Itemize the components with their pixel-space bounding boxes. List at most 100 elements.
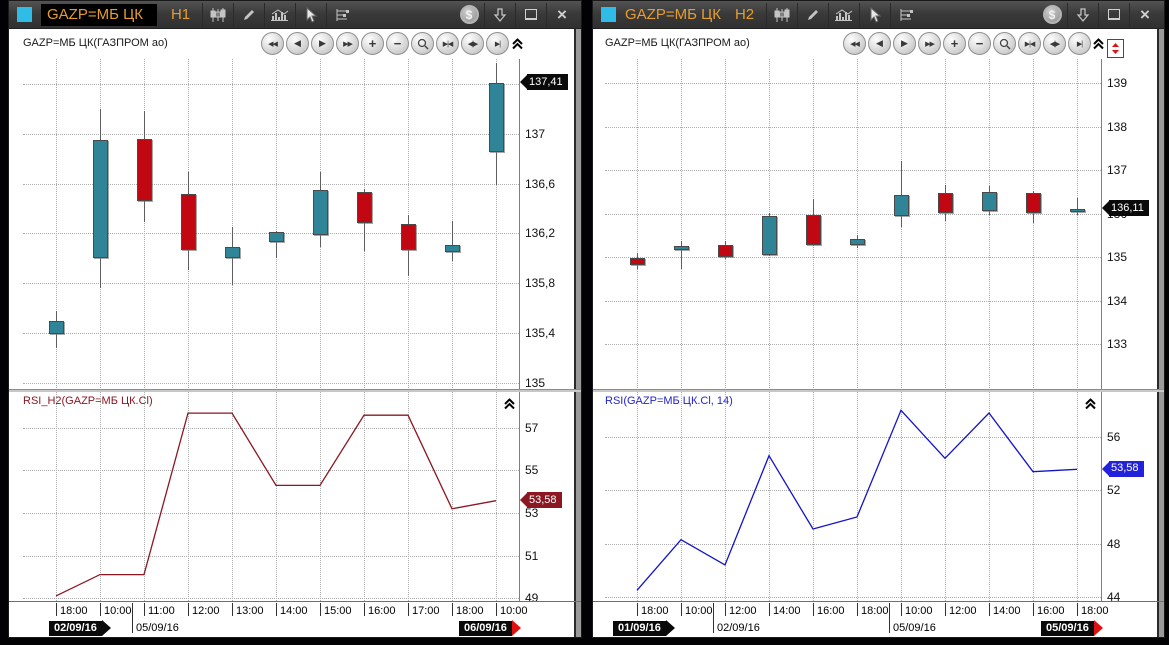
- timeframe-label: H1: [171, 6, 190, 23]
- volume-profile-icon[interactable]: [264, 3, 295, 27]
- last-price-badge: 136,11: [1102, 201, 1149, 216]
- rewind-button[interactable]: ◀◀: [261, 32, 284, 55]
- indicators-icon[interactable]: [326, 3, 357, 27]
- cursor-icon[interactable]: [859, 3, 890, 27]
- rsi-line: [593, 29, 1101, 637]
- time-tick: [769, 603, 770, 616]
- go-to-end-button[interactable]: ▶|: [1068, 32, 1091, 55]
- titlebar[interactable]: GAZP=МБ ЦК H2 $ ×: [593, 1, 1164, 29]
- zoom-out-button[interactable]: −: [386, 32, 409, 55]
- grid-line-vertical: [725, 391, 726, 601]
- price-axis-label: 136,2: [525, 226, 555, 240]
- time-tick: [408, 603, 409, 616]
- grid-line-vertical: [725, 59, 726, 388]
- time-label: 12:00: [949, 605, 977, 617]
- timeframe-label: H2: [735, 6, 754, 23]
- price-axis-label: 138: [1107, 120, 1127, 134]
- zoom-in-button[interactable]: +: [361, 32, 384, 55]
- money-icon[interactable]: $: [1037, 3, 1067, 27]
- time-label: 18:00: [641, 605, 669, 617]
- volume-profile-icon[interactable]: [828, 3, 859, 27]
- chart-type-icon[interactable]: [766, 3, 797, 27]
- candle-body: [181, 194, 196, 250]
- chart-type-icon[interactable]: [202, 3, 233, 27]
- step-forward-button[interactable]: ▶: [893, 32, 916, 55]
- go-to-end-button[interactable]: ▶|: [486, 32, 509, 55]
- expand-scale-button[interactable]: ◀|▶: [1043, 32, 1066, 55]
- zoom-in-button[interactable]: +: [943, 32, 966, 55]
- titlebar[interactable]: GAZP=МБ ЦК H1 $ ×: [9, 1, 581, 29]
- grid-line-vertical: [637, 59, 638, 388]
- grid-line-horizontal: [605, 170, 1101, 171]
- time-tick: [1033, 603, 1034, 616]
- grid-line-vertical: [56, 391, 57, 601]
- step-back-button[interactable]: ◀: [868, 32, 891, 55]
- grid-line-horizontal: [605, 83, 1101, 84]
- candle-body: [137, 139, 152, 201]
- price-axis-label: 135: [1107, 250, 1127, 264]
- rsi-axis-label: 57: [525, 421, 538, 435]
- minimize-icon[interactable]: [515, 3, 546, 27]
- time-label: 18:00: [861, 605, 889, 617]
- grid-line-horizontal: [23, 470, 519, 471]
- grid-line-horizontal: [605, 127, 1101, 128]
- grid-line-vertical: [857, 59, 858, 388]
- collapse-rsi-pane-icon[interactable]: [1084, 397, 1098, 410]
- instrument-label: GAZP=МБ ЦК(ГАЗПРОМ ао): [23, 37, 168, 49]
- grid-line-horizontal: [23, 283, 519, 284]
- rsi-axis-label: 48: [1107, 537, 1120, 551]
- grid-line-vertical: [681, 391, 682, 601]
- expand-scale-button[interactable]: ◀|▶: [461, 32, 484, 55]
- rsi-indicator-label: RSI_H2(GAZP=МБ ЦК.Cl): [23, 395, 153, 407]
- time-label: 18:00: [456, 605, 484, 617]
- fast-forward-button[interactable]: ▶▶: [336, 32, 359, 55]
- grid-line-horizontal: [23, 134, 519, 135]
- grid-line-vertical: [232, 391, 233, 601]
- grid-line-vertical: [320, 391, 321, 601]
- chart-area[interactable]: GAZP=МБ ЦК(ГАЗПРОМ ао) ◀◀◀▶▶▶+−▶|◀◀|▶▶| …: [9, 29, 581, 637]
- grid-line-horizontal: [23, 513, 519, 514]
- compress-scale-button[interactable]: ▶|◀: [436, 32, 459, 55]
- draw-icon[interactable]: [797, 3, 828, 27]
- zoom-select-button[interactable]: [993, 32, 1016, 55]
- zoom-out-button[interactable]: −: [968, 32, 991, 55]
- draw-icon[interactable]: [233, 3, 264, 27]
- fast-forward-button[interactable]: ▶▶: [918, 32, 941, 55]
- compress-scale-button[interactable]: ▶|◀: [1018, 32, 1041, 55]
- candle-body: [225, 247, 240, 258]
- grid-line-vertical: [496, 391, 497, 601]
- candle-body: [401, 224, 416, 250]
- zoom-select-button[interactable]: [411, 32, 434, 55]
- window-title: GAZP=МБ ЦК: [625, 6, 721, 23]
- collapse-rsi-pane-icon[interactable]: [503, 397, 517, 410]
- chart-window-h1: GAZP=МБ ЦК H1 $ × GAZP=МБ ЦК(ГАЗПРОМ ао)…: [8, 0, 582, 638]
- chart-area[interactable]: GAZP=МБ ЦК(ГАЗПРОМ ао) ◀◀◀▶▶▶+−▶|◀◀|▶▶| …: [593, 29, 1164, 637]
- grid-line-horizontal: [23, 383, 519, 384]
- time-tick: [989, 603, 990, 616]
- grid-line-horizontal: [23, 428, 519, 429]
- download-icon[interactable]: [484, 3, 515, 27]
- time-tick: [857, 603, 858, 616]
- close-icon[interactable]: ×: [546, 3, 577, 27]
- price-axis-label: 135,4: [525, 326, 555, 340]
- rewind-button[interactable]: ◀◀: [843, 32, 866, 55]
- cursor-icon[interactable]: [295, 3, 326, 27]
- grid-line-vertical: [276, 59, 277, 388]
- close-icon[interactable]: ×: [1129, 3, 1160, 27]
- window-edge: [1157, 29, 1164, 637]
- grid-line-vertical: [681, 59, 682, 388]
- autoscale-icon[interactable]: [1107, 39, 1124, 58]
- collapse-price-pane-icon[interactable]: [1092, 37, 1106, 50]
- collapse-price-pane-icon[interactable]: [511, 37, 525, 50]
- money-icon[interactable]: $: [454, 3, 484, 27]
- time-label: 17:00: [412, 605, 440, 617]
- grid-line-vertical: [144, 59, 145, 388]
- minimize-icon[interactable]: [1098, 3, 1129, 27]
- rsi-axis-label: 49: [525, 591, 538, 605]
- candle-body: [894, 195, 909, 217]
- step-forward-button[interactable]: ▶: [311, 32, 334, 55]
- indicators-icon[interactable]: [890, 3, 921, 27]
- step-back-button[interactable]: ◀: [286, 32, 309, 55]
- download-icon[interactable]: [1067, 3, 1098, 27]
- grid-line-vertical: [637, 391, 638, 601]
